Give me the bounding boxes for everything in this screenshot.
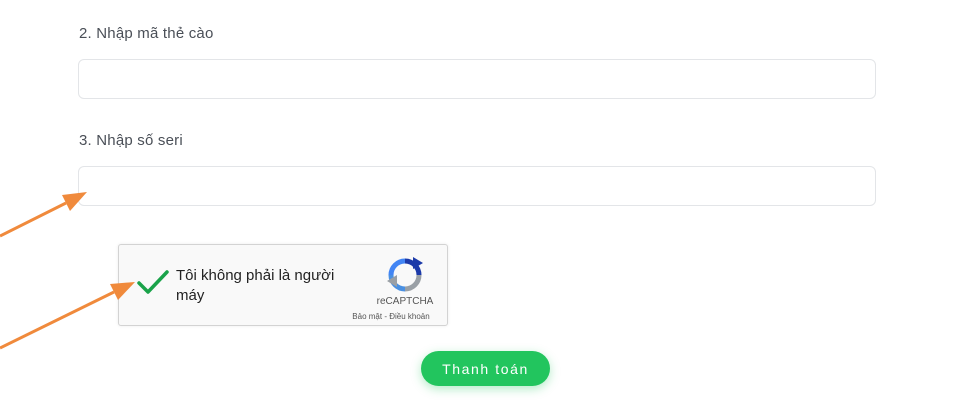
annotation-arrow-icon	[0, 282, 135, 350]
terms-link[interactable]: Điều khoản	[389, 312, 429, 321]
card-code-input[interactable]	[78, 59, 876, 99]
card-code-label: 2. Nhập mã thẻ cào	[79, 25, 214, 42]
check-icon[interactable]	[136, 269, 170, 295]
privacy-link[interactable]: Bảo mật	[352, 312, 382, 321]
pay-button[interactable]: Thanh toán	[421, 351, 550, 386]
recaptcha-brand: reCAPTCHA	[376, 296, 434, 307]
annotation-arrow-icon	[0, 192, 87, 238]
recaptcha-logo-icon	[387, 257, 423, 292]
captcha-text: Tôi không phải là người máy	[176, 267, 335, 304]
recaptcha-links: Bảo mật - Điều khoản	[345, 312, 437, 321]
recaptcha-widget: Tôi không phải là người máy reCAPTCHA Bả…	[118, 244, 448, 326]
serial-label: 3. Nhập số seri	[79, 132, 183, 149]
serial-input[interactable]	[78, 166, 876, 206]
